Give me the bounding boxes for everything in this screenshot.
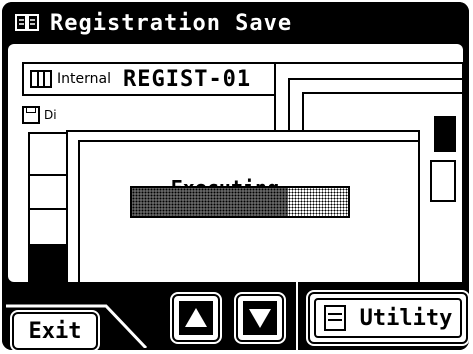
progress-remaining xyxy=(287,188,348,216)
utility-icon xyxy=(323,305,346,331)
down-arrow-icon xyxy=(249,309,271,328)
window-title: Registration Save xyxy=(50,10,293,36)
slot[interactable] xyxy=(430,160,456,202)
progress-fill xyxy=(132,188,290,216)
up-arrow-icon xyxy=(185,308,207,327)
location-selector[interactable]: Internal REGIST-01 xyxy=(22,62,288,96)
up-button[interactable] xyxy=(172,294,220,342)
utility-button[interactable]: Utility xyxy=(308,292,468,344)
registration-name: REGIST-01 xyxy=(122,66,252,92)
keyboard-icon xyxy=(30,70,52,88)
main-panel: Internal REGIST-01 Di Executing... xyxy=(8,44,464,320)
disk-label: Di xyxy=(44,108,57,122)
progress-bar xyxy=(130,186,350,218)
bottom-divider xyxy=(296,282,298,350)
bottom-bar: Exit Utility xyxy=(2,282,469,350)
disk-row[interactable]: Di xyxy=(22,102,82,128)
lcd-screen: Registration Save Internal REGIST-01 Di … xyxy=(2,2,469,350)
location-source-label: Internal xyxy=(57,71,111,87)
exit-button[interactable]: Exit xyxy=(12,312,98,350)
down-button[interactable] xyxy=(236,294,284,342)
disk-icon xyxy=(22,106,40,124)
registration-book-icon xyxy=(14,12,40,34)
slot-selected[interactable] xyxy=(434,116,456,152)
title-bar: Registration Save xyxy=(2,2,469,44)
